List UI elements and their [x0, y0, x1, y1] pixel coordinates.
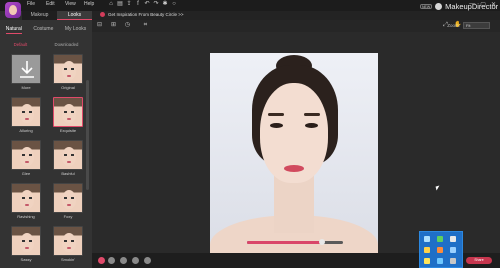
camera-icon[interactable] [108, 257, 115, 264]
look-label: More [21, 85, 31, 90]
look-label: Smokin' [60, 257, 76, 262]
look-thumbnail [53, 97, 83, 127]
zoom-select[interactable]: Fit [463, 22, 490, 29]
tab-looks[interactable]: Looks [57, 11, 92, 20]
title-bar: File Edit View Help ⌂ ▤ ⇪ f ↶ ↷ ✱ ○ NEW … [0, 0, 500, 18]
redo-icon[interactable]: ↷ [153, 1, 159, 8]
menu-help[interactable]: Help [84, 1, 103, 7]
maximize-button[interactable]: ▢ [480, 1, 486, 8]
chat-icon[interactable] [437, 258, 443, 264]
tab-costume[interactable]: Costume [33, 24, 53, 34]
network-icon[interactable] [424, 236, 430, 242]
tab-my-looks[interactable]: My Looks [65, 24, 86, 34]
beauty-circle-link[interactable]: Get Inspiration From Beauty Circle >> [100, 12, 184, 17]
look-thumbnail [11, 226, 41, 256]
panel-scrollbar[interactable] [86, 80, 89, 190]
close-button[interactable]: ✕ [491, 1, 496, 8]
save-icon[interactable]: ▤ [117, 1, 123, 8]
person-icon[interactable] [144, 257, 151, 264]
brand-icon [435, 3, 443, 10]
look-thumbnail [53, 226, 83, 256]
source-tabs: Default Downloaded [0, 40, 92, 49]
look-ravishing[interactable]: Ravishing [11, 183, 41, 219]
look-label: Alluring [19, 128, 33, 133]
intensity-slider[interactable] [247, 239, 343, 245]
new-badge[interactable]: NEW [420, 4, 433, 9]
shield-icon[interactable] [424, 258, 430, 264]
home-icon[interactable]: ⌂ [108, 1, 114, 8]
tab-makeup[interactable]: Makeup [22, 11, 57, 20]
minimize-button[interactable]: — [469, 1, 475, 8]
look-smokin[interactable]: Smokin' [53, 226, 83, 262]
taskbar-tray-popup [419, 231, 463, 268]
tab-downloaded[interactable]: Downloaded [54, 40, 78, 49]
record-icon[interactable] [98, 257, 105, 264]
status-right: Share [466, 256, 492, 264]
canvas-toolbar: ⊟ ⊞ ◷ ⌗ ⤢ ✋ Zoom: Fit [92, 20, 500, 32]
menu-file[interactable]: File [27, 1, 46, 7]
slider-fill [247, 241, 322, 244]
mirror-icon[interactable] [120, 257, 127, 264]
slider-handle[interactable] [318, 239, 325, 245]
looks-panel: Natural Costume My Looks Default Downloa… [0, 20, 92, 268]
beauty-circle-icon [100, 12, 105, 17]
app-logo [5, 2, 21, 18]
promo-text: Get Inspiration From Beauty Circle >> [108, 12, 184, 17]
look-exquisite[interactable]: Exquisite [53, 97, 83, 133]
promo-bar: Get Inspiration From Beauty Circle >> [92, 11, 500, 20]
look-thumbnail [11, 140, 41, 170]
look-thumbnail [53, 140, 83, 170]
makeupdirector-window: File Edit View Help ⌂ ▤ ⇪ f ↶ ↷ ✱ ○ NEW … [0, 0, 500, 268]
look-label: Foxy [63, 214, 73, 219]
look-more[interactable]: More [11, 54, 41, 90]
category-tabs: Natural Costume My Looks [0, 24, 92, 34]
tab-natural[interactable]: Natural [5, 24, 22, 34]
folder-icon[interactable] [424, 247, 430, 253]
look-label: Ravishing [17, 214, 35, 219]
volume-icon[interactable] [450, 258, 456, 264]
photo-canvas [92, 32, 500, 263]
window-controls: — ▢ ✕ [469, 1, 496, 8]
tab-default[interactable]: Default [14, 40, 28, 49]
look-foxy[interactable]: Foxy [53, 183, 83, 219]
cloud-icon[interactable] [450, 236, 456, 242]
facebook-icon[interactable]: f [135, 1, 141, 8]
menu-edit[interactable]: Edit [46, 1, 65, 7]
quick-actions: ⌂ ▤ ⇪ f ↶ ↷ ✱ ○ [108, 1, 177, 8]
download-icon [11, 54, 41, 84]
portrait-photo[interactable] [210, 53, 378, 263]
look-thumbnail [11, 97, 41, 127]
app-icon[interactable] [437, 247, 443, 253]
look-label: Exquisite [59, 128, 77, 133]
look-thumbnail [11, 183, 41, 213]
app-icon[interactable] [437, 236, 443, 242]
zoom-control: Zoom: Fit [447, 22, 490, 29]
face-detect-icon[interactable] [132, 257, 139, 264]
look-original[interactable]: Original [53, 54, 83, 90]
look-label: Bashful [61, 171, 75, 176]
reset-icon[interactable]: ○ [171, 1, 177, 8]
crop-icon[interactable]: ⌗ [142, 22, 149, 29]
settings-icon[interactable]: ✱ [162, 1, 168, 8]
share-icon[interactable]: ⇪ [126, 1, 132, 8]
look-bashful[interactable]: Bashful [53, 140, 83, 176]
zoom-label: Zoom: [447, 23, 460, 28]
look-sassy[interactable]: Sassy [11, 226, 41, 262]
undo-icon[interactable]: ↶ [144, 1, 150, 8]
look-thumbnail [53, 54, 83, 84]
menu-bar: File Edit View Help [27, 1, 103, 7]
look-thumbnail [53, 183, 83, 213]
compare-icon[interactable]: ⊟ [96, 22, 103, 29]
look-label: Sassy [20, 257, 32, 262]
share-button[interactable]: Share [466, 256, 492, 264]
menu-view[interactable]: View [65, 1, 84, 7]
look-label: Original [61, 85, 75, 90]
split-view-icon[interactable]: ⊞ [110, 22, 117, 29]
look-label: Glee [21, 171, 31, 176]
mode-tabs: Makeup Looks [22, 11, 92, 20]
history-icon[interactable]: ◷ [124, 22, 131, 29]
look-glee[interactable]: Glee [11, 140, 41, 176]
bluetooth-icon[interactable] [450, 247, 456, 253]
look-alluring[interactable]: Alluring [11, 97, 41, 133]
